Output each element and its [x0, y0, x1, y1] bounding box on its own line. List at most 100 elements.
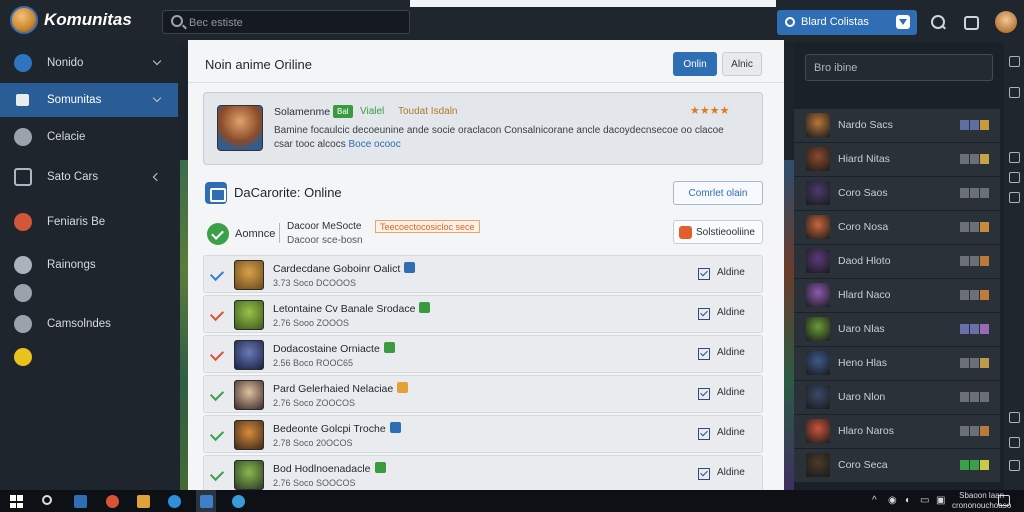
list-item[interactable]: Coro Seca [794, 449, 1000, 483]
sidebar-item-nonido[interactable]: Nonido [0, 46, 178, 80]
row-action[interactable]: Aldine [717, 427, 745, 438]
app-icon[interactable] [74, 495, 87, 508]
dropdown-icon[interactable] [896, 15, 910, 29]
row-title: Bod Hodlnoenadacle [273, 462, 386, 475]
sidebar-item-globe[interactable] [0, 276, 178, 310]
chevron-down-icon [152, 56, 162, 66]
app-icon[interactable] [106, 495, 119, 508]
row-title: Letontaine Cv Banale Srodace [273, 302, 431, 315]
checkbox[interactable] [698, 428, 710, 440]
game-thumbnail [806, 283, 830, 307]
divider [279, 223, 280, 243]
checkbox[interactable] [698, 348, 710, 360]
list-item[interactable]: Nardo Sacs [794, 109, 1000, 143]
notification-icon[interactable] [961, 13, 979, 31]
folder-icon[interactable] [137, 495, 150, 508]
menu-icon[interactable] [1009, 56, 1020, 67]
sidebar-item-somunitas[interactable]: Somunitas [0, 83, 178, 117]
sidebar-item-star[interactable] [0, 340, 178, 374]
help-icon[interactable] [1009, 437, 1020, 448]
right-search-input[interactable] [814, 60, 984, 76]
app-icon[interactable] [200, 495, 213, 508]
divider [188, 82, 784, 83]
windows-start-icon[interactable] [10, 495, 23, 508]
browser-icon[interactable] [168, 495, 181, 508]
background-art [180, 160, 188, 490]
chat-icon[interactable] [1009, 172, 1020, 183]
list-item[interactable]: Hlaro Naros [794, 415, 1000, 449]
list-item[interactable]: Coro Saos [794, 177, 1000, 211]
status-indicator [980, 120, 989, 130]
table-row[interactable]: Pard Gelerhaied Nelaciae 2.76 Soco ZOOCOS… [203, 375, 763, 413]
info-icon[interactable] [1009, 412, 1020, 423]
featured-link[interactable]: Boce ocooc [348, 139, 400, 150]
chevron-down-icon [152, 93, 162, 103]
secondary-button[interactable]: Alnic [722, 52, 762, 76]
table-row[interactable]: Cardecdane Goboinr Oalict 3.73 Soco DCOOO… [203, 255, 763, 293]
featured-card[interactable]: Solamenme Bal Vialel Toudat Isdaln ★★★★ … [203, 92, 763, 165]
check-icon [209, 426, 225, 442]
table-row[interactable]: Letontaine Cv Banale Srodace 2.76 Sooo ZO… [203, 295, 763, 333]
list-item[interactable]: Hiard Nitas [794, 143, 1000, 177]
top-search-input[interactable] [189, 14, 399, 31]
app-icon[interactable] [232, 495, 245, 508]
section-button[interactable]: Comrlet olain [673, 181, 763, 205]
list-item[interactable]: Uaro Nlon [794, 381, 1000, 415]
list-item[interactable]: Coro Nosa [794, 211, 1000, 245]
list-item-label: Coro Seca [838, 459, 888, 471]
search-icon[interactable] [929, 13, 947, 31]
top-search-box[interactable] [162, 10, 410, 34]
sidebar-item-camsolndes[interactable]: Camsolndes [0, 307, 178, 341]
list-item[interactable]: Heno Hlas [794, 347, 1000, 381]
list-item-label: Hlard Naco [838, 289, 891, 301]
checkbox[interactable] [698, 308, 710, 320]
status-indicator [960, 222, 969, 232]
online-button[interactable]: Onlin [673, 52, 717, 76]
brand[interactable]: Komunitas [10, 6, 132, 34]
status-indicator [960, 188, 969, 198]
check-icon[interactable] [207, 223, 229, 245]
status-indicator [970, 358, 979, 368]
battery-icon[interactable]: ▭ [920, 495, 929, 506]
row-action[interactable]: Aldine [717, 467, 745, 478]
sidebar-item-celacie[interactable]: Celacie [0, 120, 178, 154]
list-item[interactable]: Hlard Naco [794, 279, 1000, 313]
row-action[interactable]: Aldine [717, 267, 745, 278]
chevron-up-icon[interactable]: ^ [872, 495, 877, 506]
right-search-box[interactable] [805, 54, 993, 81]
list-item[interactable]: Uaro Nlas [794, 313, 1000, 347]
filter-button[interactable]: Solstieooliine [673, 220, 763, 244]
table-row[interactable]: Bod Hodlnoenadacle 2.76 Soco SOOCOS Aldine [203, 455, 763, 493]
row-action[interactable]: Aldine [717, 387, 745, 398]
sidebar-item-sato-cars[interactable]: Sato Cars [0, 160, 178, 194]
gear-icon [14, 256, 32, 274]
avatar[interactable] [995, 11, 1017, 33]
volume-icon[interactable]: ◐ [905, 495, 911, 506]
grid-icon[interactable] [1009, 152, 1020, 163]
top-action-button[interactable]: Blard Colistas [777, 10, 917, 35]
game-thumbnail [806, 385, 830, 409]
language-icon[interactable]: ▣ [936, 495, 945, 506]
menu-icon[interactable] [1009, 87, 1020, 98]
top-action-label: Blard Colistas [801, 16, 869, 28]
background-art [784, 160, 794, 490]
table-row[interactable]: Dodacostaine Orniacte 2.56 Boco ROOC65 Ald… [203, 335, 763, 373]
checkbox[interactable] [698, 268, 710, 280]
row-action[interactable]: Aldine [717, 347, 745, 358]
row-action[interactable]: Aldine [717, 307, 745, 318]
sidebar-item-feniaris[interactable]: Feniaris Be [0, 205, 178, 239]
search-icon[interactable] [42, 495, 52, 505]
settings-icon[interactable] [1009, 192, 1020, 203]
filter-hint-badge: Teecoectocosicloc sece [375, 220, 480, 233]
sidebar-item-label: Celacie [47, 131, 86, 143]
list-item[interactable]: Daod Hloto [794, 245, 1000, 279]
notification-center-icon[interactable] [998, 495, 1010, 506]
status-indicator [960, 290, 969, 300]
bell-icon[interactable] [1009, 460, 1020, 471]
row-title-text: Bod Hodlnoenadacle [273, 463, 371, 475]
table-row[interactable]: Bedeonte Golcpi Troche 2.78 Soco 20OCOS Al… [203, 415, 763, 453]
checkbox[interactable] [698, 468, 710, 480]
checkbox[interactable] [698, 388, 710, 400]
filter-subtitle: Dacoor sce-bosn [287, 235, 363, 246]
network-icon[interactable]: ◉ [888, 495, 897, 506]
